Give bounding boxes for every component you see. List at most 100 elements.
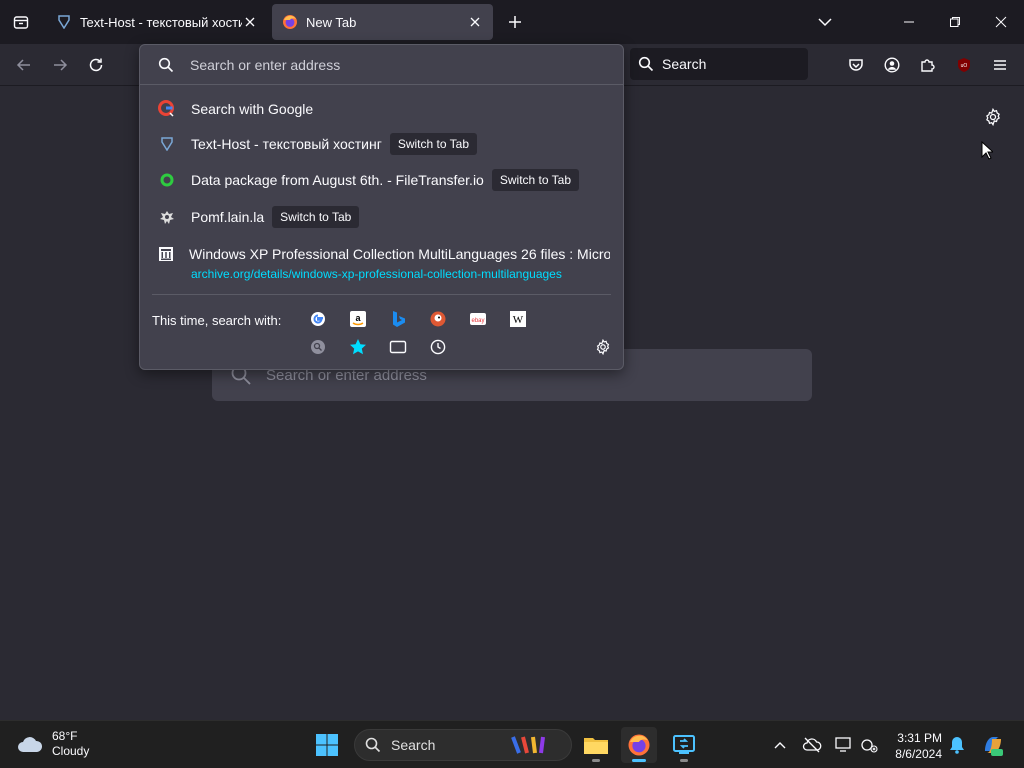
- copilot-button[interactable]: [980, 733, 1006, 757]
- firefox-view-icon: [13, 16, 29, 29]
- display-tray-icon[interactable]: [832, 733, 856, 757]
- windows-logo-icon: [316, 734, 338, 756]
- weather-temp: 68°F: [52, 729, 78, 743]
- address-bar-input[interactable]: [190, 56, 590, 73]
- result-archive-org[interactable]: Windows XP Professional Collection Multi…: [140, 244, 610, 264]
- google-icon: [158, 100, 176, 118]
- wikipedia-icon: W: [510, 311, 526, 327]
- minimize-button[interactable]: [886, 0, 932, 44]
- show-hidden-icons-button[interactable]: [768, 733, 792, 757]
- close-tab-icon[interactable]: [242, 14, 258, 30]
- taskbar-search[interactable]: Search: [354, 729, 572, 761]
- result-url[interactable]: archive.org/details/windows-xp-professio…: [191, 267, 562, 281]
- clock-date: 8/6/2024: [895, 747, 942, 761]
- urlbar-dropdown: Search with Google Text-Host - текстовый…: [139, 44, 624, 370]
- result-search-google[interactable]: Search with Google: [140, 97, 623, 121]
- result-title: Windows XP Professional Collection Multi…: [189, 246, 610, 262]
- toolbar-search-placeholder: Search: [662, 56, 707, 72]
- search-history-icon: [311, 340, 325, 354]
- chevron-down-icon: [818, 18, 832, 27]
- folder-icon: [584, 738, 608, 754]
- extensions-button[interactable]: [913, 50, 943, 80]
- firefox-taskbar-button[interactable]: [621, 727, 657, 763]
- running-indicator: [592, 759, 600, 762]
- result-pomf[interactable]: Pomf.lain.la Switch to Tab: [140, 204, 623, 230]
- account-icon: [884, 57, 900, 73]
- wikipedia-engine-button[interactable]: W: [506, 307, 530, 331]
- result-title: Data package from August 6th. - FileTran…: [191, 172, 484, 188]
- start-button[interactable]: [309, 727, 345, 763]
- cloud-offline-icon: [802, 737, 822, 753]
- tab-text-host[interactable]: Text-Host - текстовый хостинг: [46, 4, 268, 40]
- mouse-cursor-icon: [981, 140, 995, 166]
- filetransfer-favicon: [158, 171, 176, 189]
- back-button[interactable]: [9, 50, 39, 80]
- close-tab-icon[interactable]: [467, 14, 483, 30]
- close-window-button[interactable]: [978, 0, 1024, 44]
- search-settings-button[interactable]: [591, 335, 615, 359]
- list-all-tabs-button[interactable]: [812, 8, 838, 36]
- ebay-engine-button[interactable]: ebay: [466, 307, 490, 331]
- tab-title: New Tab: [306, 14, 357, 30]
- pocket-button[interactable]: [841, 50, 871, 80]
- tab-strip: Text-Host - текстовый хостинг New Tab: [0, 0, 1024, 44]
- amazon-engine-button[interactable]: a: [346, 307, 370, 331]
- copilot-icon: [985, 737, 1003, 756]
- svg-text:ebay: ebay: [471, 318, 484, 324]
- bing-icon: [393, 311, 405, 327]
- forward-button[interactable]: [45, 50, 75, 80]
- gear-icon: [986, 108, 1000, 126]
- restore-icon: [950, 17, 960, 27]
- tabs-mode-button[interactable]: [386, 335, 410, 359]
- ebay-icon: ebay: [470, 313, 486, 325]
- pomf-favicon: [158, 208, 176, 226]
- result-title: Search with Google: [191, 101, 314, 117]
- bing-engine-button[interactable]: [386, 307, 410, 331]
- pocket-icon: [849, 59, 863, 71]
- file-explorer-button[interactable]: [578, 727, 614, 763]
- app-menu-button[interactable]: [985, 50, 1015, 80]
- taskbar-search-label: Search: [391, 737, 436, 753]
- archive-favicon: [158, 245, 174, 263]
- tab-new-tab[interactable]: New Tab: [272, 4, 493, 40]
- weather-widget[interactable]: 68°F Cloudy: [16, 729, 89, 759]
- google-engine-button[interactable]: [306, 307, 330, 331]
- new-tab-button[interactable]: [502, 8, 528, 36]
- onedrive-tray-icon[interactable]: [800, 733, 824, 757]
- puzzle-icon: [921, 59, 935, 72]
- tab-title: Text-Host - текстовый хостинг: [80, 14, 242, 30]
- firefox-icon: [628, 734, 650, 756]
- account-button[interactable]: [877, 50, 907, 80]
- result-text-host[interactable]: Text-Host - текстовый хостинг Switch to …: [140, 131, 623, 157]
- firefox-view-button[interactable]: [0, 0, 42, 44]
- ublock-icon: uO: [958, 58, 970, 72]
- windows-taskbar: 68°F Cloudy Search 3:31 PM 8/6/2024: [0, 720, 1024, 768]
- duckduckgo-engine-button[interactable]: [426, 307, 450, 331]
- result-filetransfer[interactable]: Data package from August 6th. - FileTran…: [140, 167, 623, 193]
- remote-app-button[interactable]: [666, 727, 702, 763]
- network-tray-icon[interactable]: [857, 733, 881, 757]
- svg-text:uO: uO: [961, 63, 968, 69]
- ublock-button[interactable]: uO: [949, 50, 979, 80]
- history-mode-button[interactable]: [426, 335, 450, 359]
- search-history-mode-button[interactable]: [306, 335, 330, 359]
- oneoff-search-label: This time, search with:: [152, 313, 282, 328]
- toolbar-search-box[interactable]: Search: [630, 48, 808, 80]
- result-title: Pomf.lain.la: [191, 209, 265, 225]
- search-icon: [158, 57, 174, 72]
- monitor-icon: [835, 737, 851, 752]
- amazon-icon: a: [350, 311, 366, 327]
- remote-desktop-icon: [673, 735, 695, 754]
- star-icon: [350, 339, 366, 355]
- bookmarks-mode-button[interactable]: [346, 335, 370, 359]
- search-highlight-icon: [511, 736, 545, 754]
- switch-to-tab-badge: Switch to Tab: [272, 206, 360, 228]
- arrow-left-icon: [16, 59, 30, 71]
- taskbar-clock[interactable]: 3:31 PM 8/6/2024: [884, 730, 942, 762]
- notifications-button[interactable]: [945, 733, 969, 757]
- newtab-settings-button[interactable]: [980, 104, 1006, 130]
- restore-button[interactable]: [932, 0, 978, 44]
- chevron-up-icon: [774, 742, 786, 749]
- running-indicator: [680, 759, 688, 762]
- reload-button[interactable]: [81, 50, 111, 80]
